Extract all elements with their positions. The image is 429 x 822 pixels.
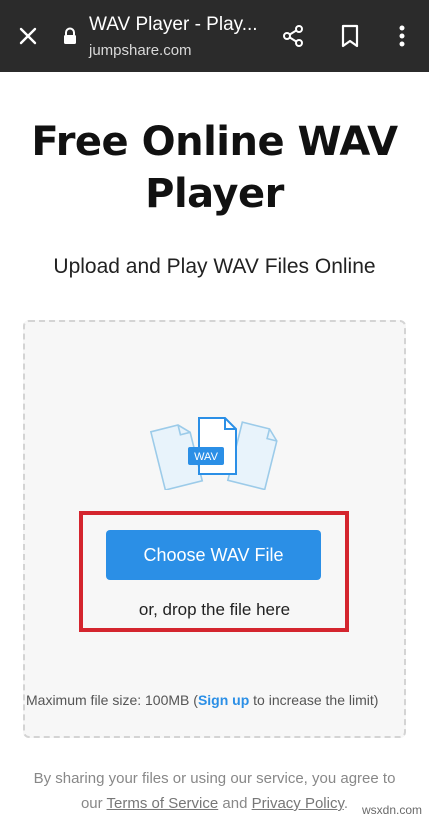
terms-period: . <box>343 795 349 812</box>
bookmark-icon <box>341 24 359 48</box>
privacy-policy-link[interactable]: Privacy Policy <box>252 795 344 812</box>
file-type-badge: WAV <box>194 451 218 463</box>
more-menu-button[interactable] <box>378 0 426 72</box>
terms-our: our <box>80 795 107 812</box>
page-url[interactable]: jumpshare.com <box>89 42 192 59</box>
page-title-line2: Player <box>145 171 284 217</box>
page-title-line1: Free Online WAV <box>31 119 398 165</box>
page-subtitle: Upload and Play WAV Files Online <box>53 255 376 278</box>
lock-icon <box>64 27 76 44</box>
terms-line1: By sharing your files or using our servi… <box>33 770 396 787</box>
sign-up-link[interactable]: Sign up <box>198 692 249 708</box>
choose-file-button[interactable]: Choose WAV File <box>106 530 321 580</box>
limit-suffix: to increase the limit) <box>249 692 379 708</box>
page-title: Free Online WAV Player <box>0 116 429 220</box>
drop-hint: or, drop the file here <box>138 600 291 619</box>
more-vert-icon <box>399 25 405 47</box>
terms-and: and <box>218 795 252 812</box>
share-icon <box>283 25 303 47</box>
limit-prefix: Maximum file size: 100MB ( <box>26 692 198 708</box>
terms-of-service-link[interactable]: Terms of Service <box>107 795 219 812</box>
close-button[interactable] <box>4 0 52 72</box>
browser-toolbar: WAV Player - Play... jumpshare.com <box>0 0 429 72</box>
bookmark-button[interactable] <box>326 0 374 72</box>
page-tab-title[interactable]: WAV Player - Play... <box>89 14 258 36</box>
close-icon <box>19 27 37 45</box>
file-size-limit: Maximum file size: 100MB (Sign up to inc… <box>26 692 404 708</box>
watermark: wsxdn.com <box>362 803 423 817</box>
share-button[interactable] <box>269 0 317 72</box>
audio-files-icon: WAV <box>150 417 278 490</box>
